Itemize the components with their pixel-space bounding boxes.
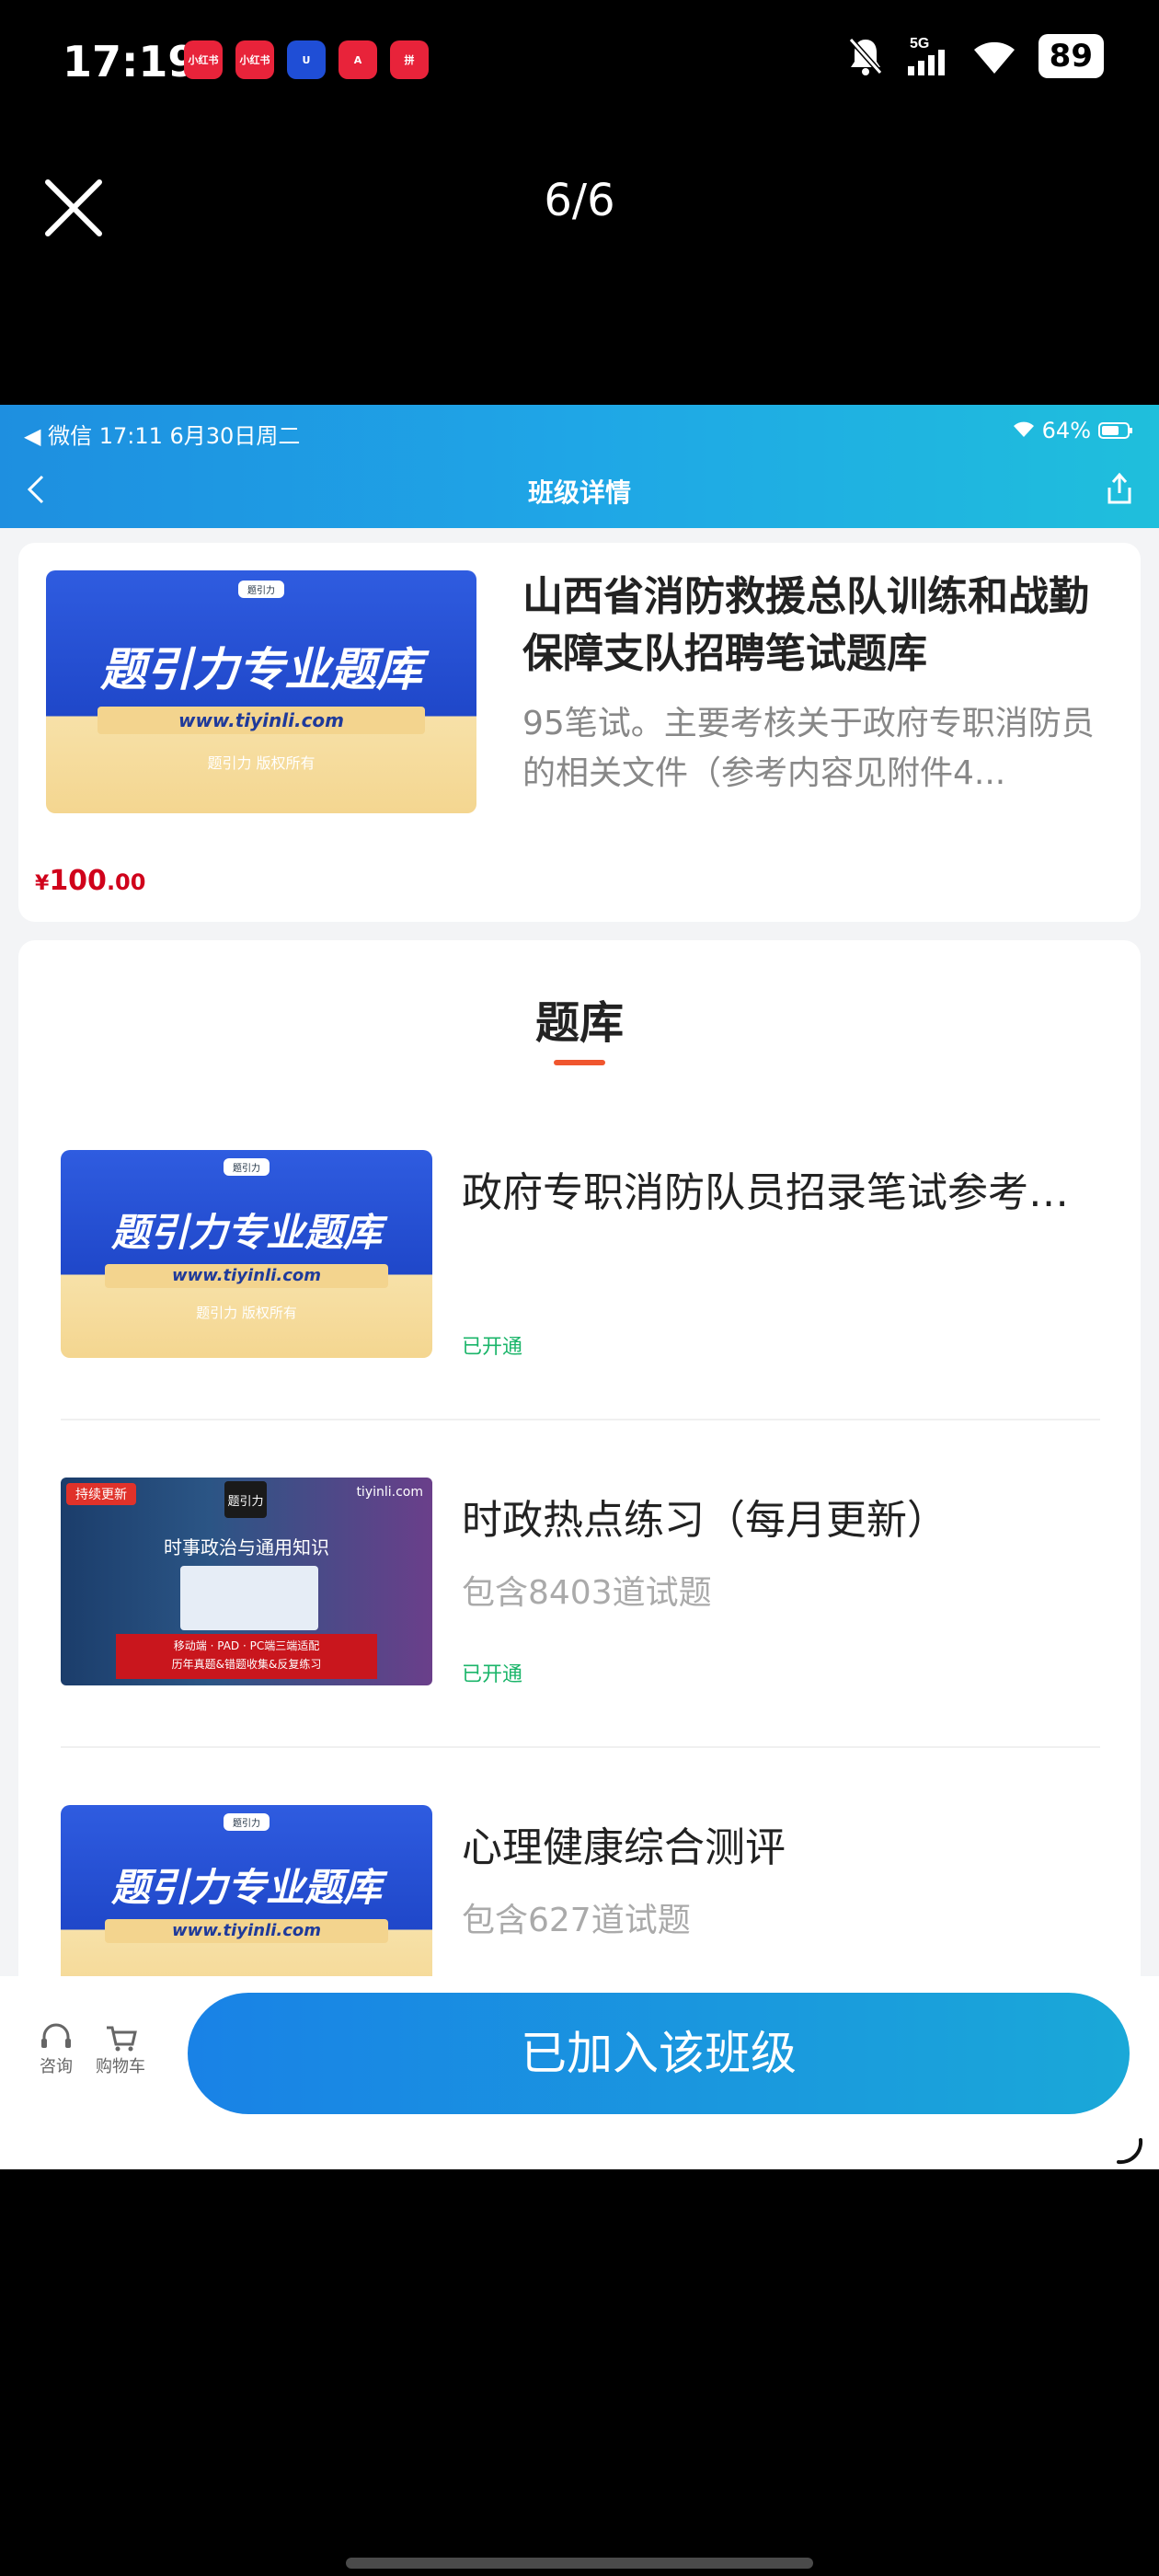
phone-status-bar: 17:19 小红书 小红书 U A 拼 5G 89 [0,0,1159,125]
cover-feature-line1: 移动端 · PAD · PC端三端适配 [173,1639,320,1652]
item-name: 政府专职消防队员招录笔试参考题库 [462,1169,1106,1216]
cover-url: www.tiyinli.com [98,707,425,734]
a-app-icon: A [339,40,377,79]
course-cover-image: 题引力 题引力专业题库 www.tiyinli.com 题引力 版权所有 [46,570,476,813]
xiaohongshu-app-icon: 小红书 [235,40,274,79]
item-count: 包含8403道试题 [462,1574,712,1612]
xiaohongshu-app-icon: 小红书 [184,40,223,79]
pin-app-icon: 拼 [390,40,429,79]
consult-label: 咨询 [40,2057,73,2076]
cover-feature-line2: 历年真题&错题收集&反复练习 [171,1658,322,1671]
clock: 17:19 [63,37,198,86]
item-status: 已开通 [462,1663,523,1686]
inner-battery-text: 64% [1041,418,1091,443]
cover-headline: 题引力专业题库 [110,1210,382,1255]
cover-logo: 题引力 [224,1813,270,1832]
price-currency: ¥ [35,872,50,895]
consult-button[interactable]: 咨询 [24,2020,88,2077]
item-cover-image: 题引力 题引力专业题库 www.tiyinli.com 题引力 版权所有 [61,1150,432,1358]
svg-text:5G: 5G [910,36,929,52]
cover-brand-logo: 题引力 [224,1481,267,1518]
cover-site: tiyinli.com [356,1485,423,1500]
cover-logo: 题引力 [224,1158,270,1177]
headset-icon [41,2023,71,2048]
cover-copyright: 题引力 版权所有 [207,754,316,772]
cover-url: www.tiyinli.com [105,1919,388,1943]
inner-header: ◀ 微信 17:11 6月30日周二 64% 班级详情 [0,405,1159,528]
price-decimal: .00 [106,869,146,895]
cart-button[interactable]: 购物车 [88,2020,153,2077]
page-title: 班级详情 [527,477,631,508]
cart-label: 购物车 [96,2057,145,2076]
item-name: 心理健康综合测评 [462,1824,786,1871]
cellular-signal-icon: 5G [907,36,945,75]
inner-status-right: 64% [1013,418,1133,443]
item-cover-image: 持续更新 题引力 tiyinli.com 时事政治与通用知识 移动端 · PAD… [61,1478,432,1685]
tab-active-indicator [554,1060,605,1065]
cover-tag: 持续更新 [66,1483,136,1505]
home-indicator[interactable] [346,2558,813,2569]
mute-bell-icon [848,38,882,75]
divider [61,1746,1100,1748]
inner-wifi-icon [1013,418,1035,443]
question-bank-item[interactable]: 题引力 题引力专业题库 www.tiyinli.com 题引力 版权所有 政府专… [61,1150,1106,1362]
bottom-action-bar: 咨询 购物车 已加入该班级 [0,1976,1159,2169]
inner-battery-icon [1098,422,1132,439]
section-tab-question-bank[interactable]: 题库 [18,986,1141,1051]
cover-headline: 题引力专业题库 [100,643,422,696]
battery-indicator: 89 [1038,34,1104,78]
notification-app-icons: 小红书 小红书 U A 拼 [184,40,429,79]
image-counter: 6/6 [544,175,615,226]
question-bank-item[interactable]: 持续更新 题引力 tiyinli.com 时事政治与通用知识 移动端 · PAD… [61,1478,1100,1689]
cover-url: www.tiyinli.com [105,1264,388,1288]
wifi-icon [973,41,1015,74]
item-status: 已开通 [462,1336,523,1359]
item-count: 包含627道试题 [462,1902,691,1939]
cover-headline: 题引力专业题库 [110,1865,382,1910]
cover-feature-banner: 移动端 · PAD · PC端三端适配 历年真题&错题收集&反复练习 [116,1634,377,1679]
inner-status-left: ◀ 微信 17:11 6月30日周二 [24,423,301,449]
course-summary-card[interactable]: 题引力 题引力专业题库 www.tiyinli.com 题引力 版权所有 山西省… [18,543,1141,922]
system-indicators: 5G 89 [847,33,1104,79]
cover-logo: 题引力 [238,580,284,598]
cart-icon [107,2026,137,2052]
embedded-screenshot: ◀ 微信 17:11 6月30日周二 64% 班级详情 题引力 题引力专业题库 … [0,405,1159,2169]
share-icon[interactable] [1104,471,1135,506]
course-price: ¥100.00 [35,865,145,897]
course-description: 95笔试。主要考核关于政府专职消防员的相关文件（参考内容见附件4... [522,705,1095,792]
devices-illustration [180,1566,318,1630]
course-title: 山西省消防救援总队训练和战勤保障支队招聘笔试题库 [522,573,1089,677]
loading-spinner-icon [1117,2138,1143,2165]
price-integer: 100 [49,865,107,897]
divider [61,1419,1100,1420]
cover-headline: 时事政治与通用知识 [164,1536,329,1558]
joined-class-button[interactable]: 已加入该班级 [188,1993,1130,2114]
cover-copyright: 题引力 版权所有 [196,1305,297,1321]
item-name: 时政热点练习（每月更新） [462,1497,947,1544]
u-app-icon: U [287,40,326,79]
